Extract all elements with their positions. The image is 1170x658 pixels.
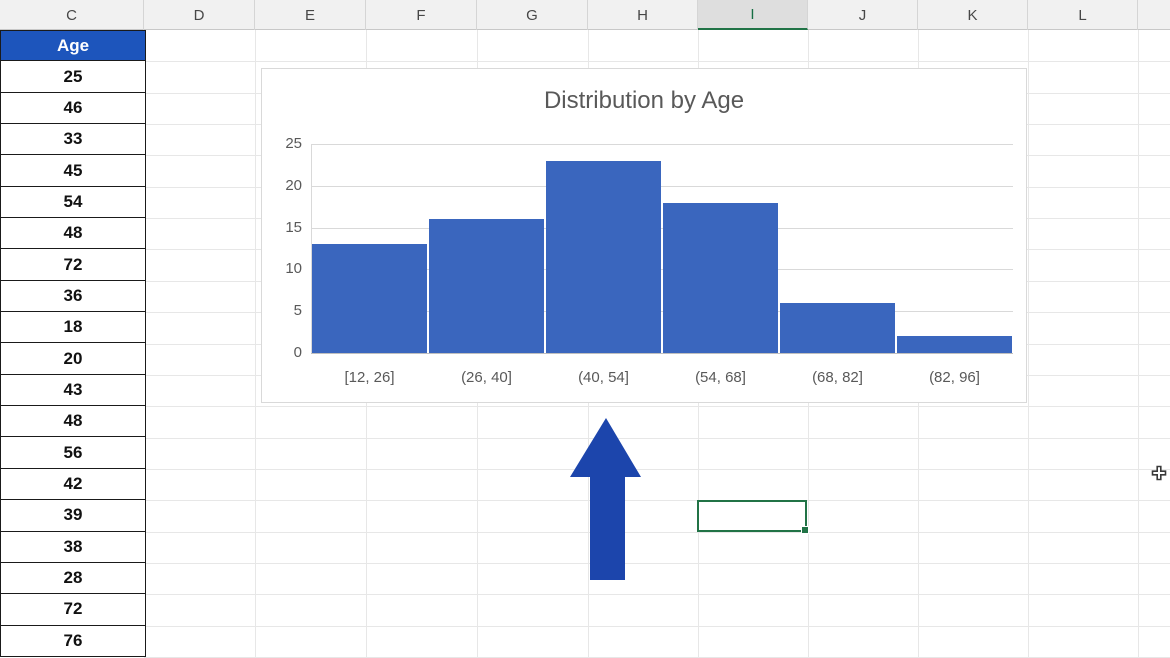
y-axis-tick-label: 5 xyxy=(293,302,302,320)
column-header-D[interactable]: D xyxy=(144,0,255,30)
chart-gridline xyxy=(311,185,1013,187)
histogram-bar xyxy=(429,219,544,353)
histogram-bar xyxy=(663,202,778,353)
chart-gridline xyxy=(311,144,1013,145)
spreadsheet: CDEFGHIJKL Age 25 46 33 45 54 48 72 36 18 20 43 48 56… xyxy=(0,0,1170,658)
move-cursor-icon xyxy=(1151,465,1167,481)
age-value-cell[interactable]: 48 xyxy=(1,406,146,438)
gridline-horizontal xyxy=(144,562,1170,564)
column-header-C[interactable]: C xyxy=(0,0,144,30)
x-axis-category-label: [12, 26] xyxy=(344,369,395,386)
age-value-cell[interactable]: 38 xyxy=(1,531,146,563)
age-value-cell[interactable]: 72 xyxy=(1,249,146,281)
histogram-bar xyxy=(546,160,661,353)
age-value-cell[interactable]: 72 xyxy=(1,594,146,626)
up-arrow-polygon xyxy=(570,418,641,580)
age-value-cell[interactable]: 45 xyxy=(1,155,146,187)
gridline-horizontal xyxy=(144,625,1170,627)
age-value-cell[interactable]: 76 xyxy=(1,625,146,657)
column-header-E[interactable]: E xyxy=(255,0,366,30)
y-axis-tick-label: 0 xyxy=(293,344,302,361)
column-header-K[interactable]: K xyxy=(918,0,1028,30)
age-value-cell[interactable]: 18 xyxy=(1,312,146,344)
fill-handle[interactable] xyxy=(801,526,809,534)
column-header-J[interactable]: J xyxy=(808,0,918,30)
x-axis-category-label: (68, 82] xyxy=(812,369,863,386)
column-header-L[interactable]: L xyxy=(1028,0,1138,30)
histogram-bar xyxy=(897,336,1012,353)
age-value-cell[interactable]: 33 xyxy=(1,124,146,156)
up-arrow-shape[interactable] xyxy=(566,414,646,584)
x-axis-category-label: (54, 68] xyxy=(695,369,746,386)
age-value-cell[interactable]: 20 xyxy=(1,343,146,375)
column-header-F[interactable]: F xyxy=(366,0,477,30)
gridline-horizontal xyxy=(144,406,1170,408)
column-header-G[interactable]: G xyxy=(477,0,588,30)
age-value-cell[interactable]: 28 xyxy=(1,562,146,595)
chart-title: Distribution by Age xyxy=(543,87,745,114)
age-value-cell[interactable]: 46 xyxy=(1,92,146,125)
selected-cell[interactable] xyxy=(697,500,809,534)
age-value-cell[interactable]: 48 xyxy=(1,218,146,250)
y-axis-tick-label: 10 xyxy=(285,260,302,278)
y-axis-tick-label: 25 xyxy=(285,135,302,152)
histogram-chart[interactable]: Distribution by Age 25 20 15 10 5 0 [12, 26] (2… xyxy=(261,68,1027,403)
age-value-cell[interactable]: 25 xyxy=(1,61,146,93)
gridline-horizontal xyxy=(144,500,1170,502)
gridline-horizontal xyxy=(144,61,1170,63)
column-header-H[interactable]: H xyxy=(588,0,698,30)
column-header-I[interactable]: I xyxy=(698,0,808,30)
gridline-horizontal xyxy=(144,531,1170,533)
age-value-cell[interactable]: 54 xyxy=(1,186,146,219)
x-axis-category-label: (82, 96] xyxy=(929,369,980,386)
histogram-bar xyxy=(312,244,427,353)
x-axis-category-label: (26, 40] xyxy=(461,369,512,386)
gridline-horizontal xyxy=(144,437,1170,439)
age-column-header[interactable]: Age xyxy=(1,30,146,62)
y-axis-tick-label: 20 xyxy=(285,176,302,194)
x-axis-category-label: (40, 54] xyxy=(578,369,629,386)
gridline-horizontal xyxy=(144,594,1170,596)
age-value-cell[interactable]: 39 xyxy=(1,500,146,532)
age-value-cell[interactable]: 42 xyxy=(1,468,146,501)
gridline-horizontal xyxy=(144,468,1170,470)
column-header-row: CDEFGHIJKL xyxy=(0,0,1170,30)
y-axis-tick-label: 15 xyxy=(285,218,302,236)
age-value-cell[interactable]: 56 xyxy=(1,437,146,469)
histogram-bar xyxy=(780,302,895,353)
age-value-cell[interactable]: 43 xyxy=(1,374,146,407)
age-value-cell[interactable]: 36 xyxy=(1,280,146,313)
chart-gridline xyxy=(311,227,1013,229)
age-data-column: Age 25 46 33 45 54 48 72 36 18 20 43 48 56 42 39 38 28 72 7… xyxy=(0,30,146,657)
x-axis-line xyxy=(311,353,1013,354)
